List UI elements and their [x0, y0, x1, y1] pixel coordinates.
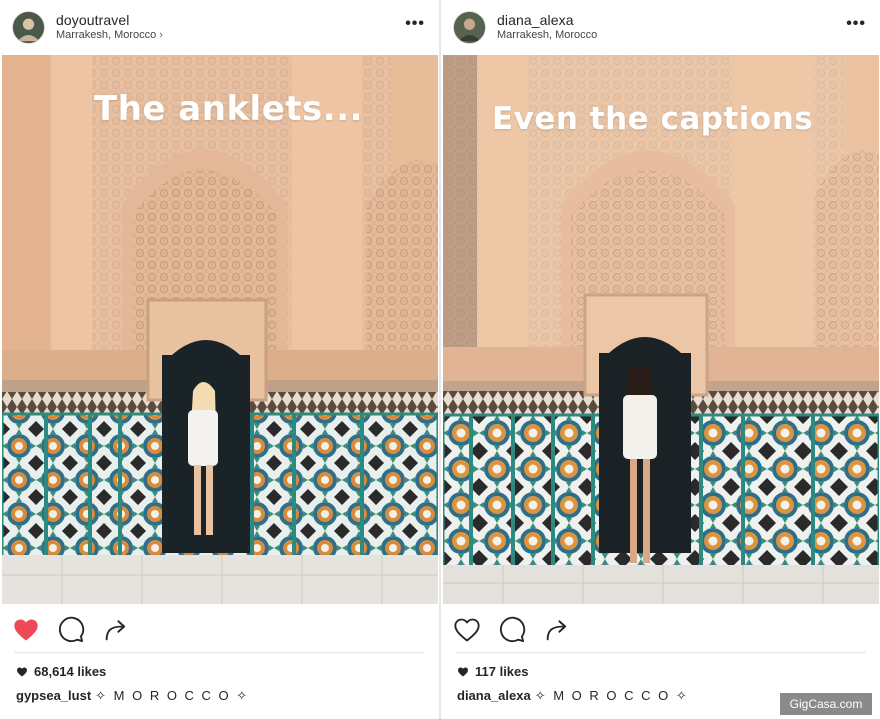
- caption-username[interactable]: diana_alexa: [457, 688, 531, 703]
- heart-small-icon: [457, 666, 469, 677]
- story-overlay-text: Even the captions: [492, 101, 814, 137]
- likes-text: 68,614 likes: [34, 664, 107, 679]
- avatar[interactable]: [12, 11, 45, 44]
- comment-icon[interactable]: [498, 616, 526, 644]
- watermark: GigCasa.com: [780, 693, 872, 715]
- likes-text: 117 likes: [475, 664, 529, 679]
- post-caption: gypsea_lust ✧ M O R O C C O ✧: [16, 688, 249, 704]
- post-card-2: diana_alexa Marrakesh, Morocco ••• Even …: [441, 0, 880, 719]
- story-overlay-text: The anklets...: [94, 89, 364, 129]
- post-card-1: doyoutravel Marrakesh, Morocco › ••• The…: [0, 0, 439, 719]
- post-header: doyoutravel Marrakesh, Morocco › •••: [0, 0, 439, 55]
- caption-text: ✧ M O R O C C O ✧: [95, 688, 250, 703]
- heart-icon[interactable]: [453, 616, 481, 644]
- more-options-icon[interactable]: •••: [405, 16, 425, 32]
- username[interactable]: doyoutravel: [56, 12, 129, 28]
- likes-count[interactable]: 117 likes: [457, 664, 529, 679]
- username[interactable]: diana_alexa: [497, 12, 574, 28]
- chevron-right-icon: ›: [159, 29, 163, 41]
- likes-count[interactable]: 68,614 likes: [16, 664, 106, 679]
- share-icon[interactable]: [102, 616, 130, 644]
- heart-icon[interactable]: [12, 616, 40, 644]
- more-options-icon[interactable]: •••: [846, 16, 866, 32]
- post-caption: diana_alexa ✧ M O R O C C O ✧: [457, 688, 689, 704]
- post-photo[interactable]: The anklets...: [2, 55, 438, 604]
- heart-small-icon: [16, 666, 28, 677]
- share-icon[interactable]: [543, 616, 571, 644]
- post-photo[interactable]: Even the captions: [443, 55, 879, 604]
- caption-text: ✧ M O R O C C O ✧: [534, 688, 689, 703]
- location-link[interactable]: Marrakesh, Morocco: [497, 29, 597, 41]
- action-bar: [441, 612, 880, 646]
- divider: [455, 652, 866, 653]
- location-text: Marrakesh, Morocco: [497, 29, 598, 41]
- location-link[interactable]: Marrakesh, Morocco ›: [56, 29, 163, 41]
- action-bar: [0, 612, 439, 646]
- location-text: Marrakesh, Morocco: [56, 29, 157, 41]
- divider: [14, 652, 425, 653]
- avatar[interactable]: [453, 11, 486, 44]
- post-header: diana_alexa Marrakesh, Morocco •••: [441, 0, 880, 55]
- caption-username[interactable]: gypsea_lust: [16, 688, 91, 703]
- comment-icon[interactable]: [57, 616, 85, 644]
